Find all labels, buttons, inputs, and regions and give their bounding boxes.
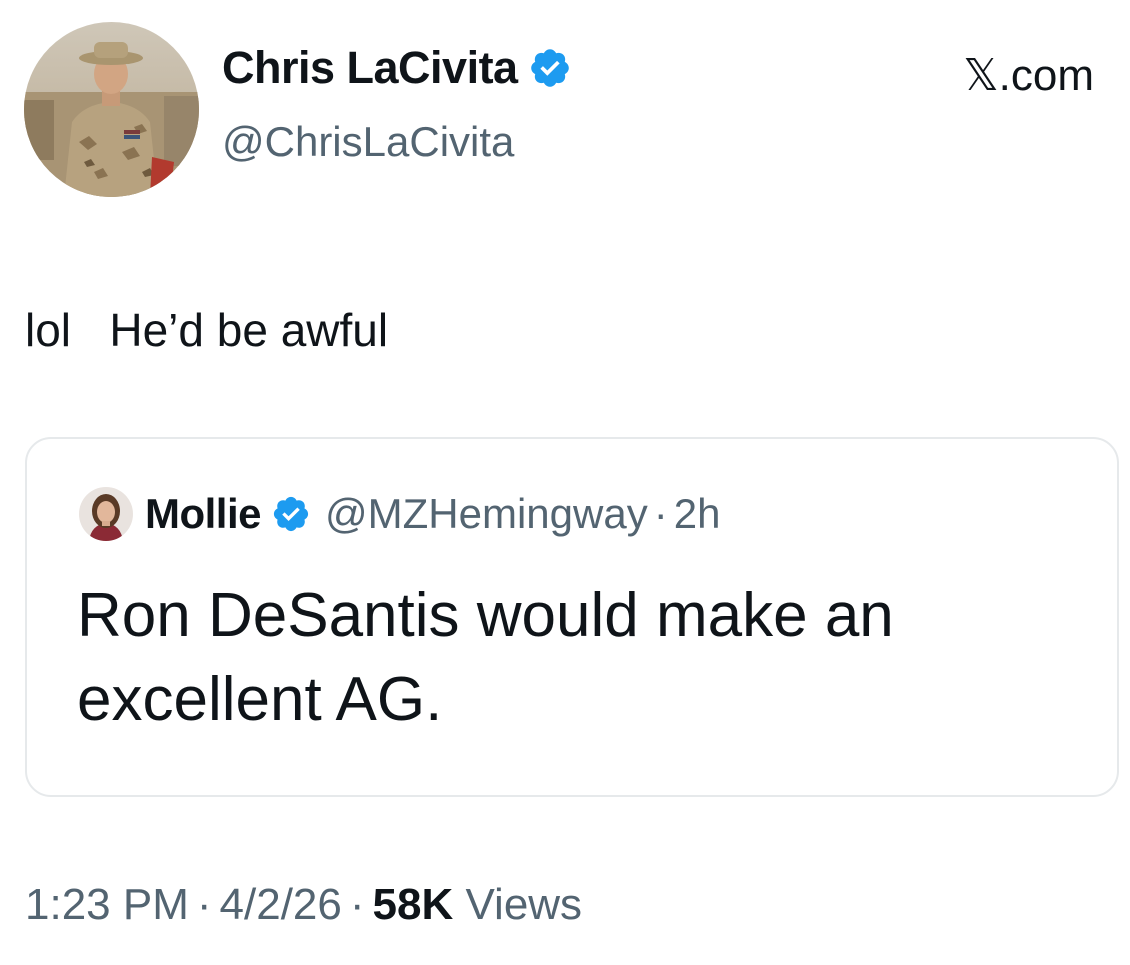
verified-badge-icon bbox=[273, 496, 309, 532]
tweet-meta: 1:23 PM · 4/2/26 · 58K Views bbox=[25, 880, 582, 930]
meta-separator: · bbox=[196, 880, 212, 929]
tweet-date[interactable]: 4/2/26 bbox=[220, 880, 342, 929]
profile-photo-icon bbox=[24, 22, 199, 197]
meta-separator: · bbox=[349, 880, 365, 929]
quoted-tweet-header: Mollie @MZHemingway · 2h bbox=[79, 487, 720, 541]
quoted-tweet-card[interactable]: Mollie @MZHemingway · 2h Ron DeSantis wo… bbox=[25, 437, 1119, 797]
quoted-author-name[interactable]: Mollie bbox=[145, 490, 262, 538]
quoted-author-handle[interactable]: @MZHemingway bbox=[325, 490, 648, 538]
views-label: Views bbox=[465, 880, 583, 929]
verified-badge-icon bbox=[530, 49, 569, 87]
views-count: 58K bbox=[372, 880, 454, 929]
author-name-text: Chris LaCivita bbox=[222, 42, 518, 93]
tweet-time[interactable]: 1:23 PM bbox=[25, 880, 189, 929]
tweet-text: lol He’d be awful bbox=[25, 304, 389, 356]
quoted-meta-separator: · bbox=[653, 490, 668, 537]
quoted-author-avatar[interactable] bbox=[79, 487, 133, 541]
author-handle[interactable]: @ChrisLaCivita bbox=[222, 118, 514, 166]
author-avatar[interactable] bbox=[24, 22, 199, 197]
quoted-tweet-text: Ron DeSantis would make an excellent AG. bbox=[77, 581, 894, 734]
quoted-tweet-time[interactable]: 2h bbox=[674, 490, 721, 538]
profile-photo-icon bbox=[79, 487, 133, 541]
x-logo-brand: 𝕏.com bbox=[963, 51, 1094, 100]
author-name[interactable]: Chris LaCivita bbox=[222, 42, 572, 94]
